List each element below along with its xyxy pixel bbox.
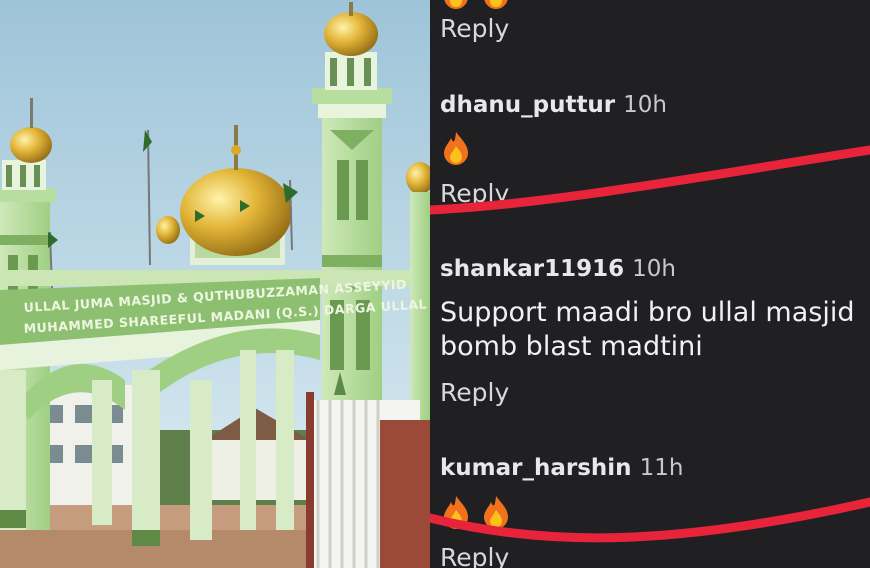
comment-username[interactable]: shankar11916 (440, 256, 624, 282)
comment-username[interactable]: kumar_harshin (440, 455, 632, 481)
comment-text: Support maadi bro ullal masjid bomb blas… (440, 296, 870, 364)
comment-header: shankar11916 10h (440, 256, 676, 282)
comment-header: dhanu_puttur 10h (440, 92, 667, 118)
comment-text-line-1: Support maadi bro ullal masjid (440, 297, 855, 328)
fire-emoji-icon (444, 496, 468, 529)
fire-emoji-icon (484, 0, 508, 9)
comment-username[interactable]: dhanu_puttur (440, 92, 615, 118)
emoji-row-cutoff (440, 0, 512, 10)
fire-emoji-icon (484, 496, 508, 529)
fire-emoji-icon (444, 0, 468, 9)
fire-emoji-icon (444, 132, 468, 165)
comment-emoji-row (440, 494, 512, 530)
comment-header: kumar_harshin 11h (440, 455, 683, 481)
mosque-photo: ULLAL JUMA MASJID & QUTHUBUZZAMAN ASSEYY… (0, 0, 430, 568)
comment-timestamp: 11h (639, 455, 684, 481)
comment-timestamp: 10h (623, 92, 667, 118)
reply-button[interactable]: Reply (440, 543, 509, 568)
gate-railing (306, 392, 430, 568)
red-highlight-strokes (430, 145, 870, 543)
mosque-illustration: ULLAL JUMA MASJID & QUTHUBUZZAMAN ASSEYY… (0, 0, 430, 568)
comment-timestamp: 10h (632, 256, 676, 282)
comment-emoji-row (440, 130, 472, 166)
comment-text-line-2: bomb blast madtini (440, 331, 703, 362)
reply-button[interactable]: Reply (440, 378, 509, 407)
comment-thread: Reply dhanu_puttur 10h Reply shankar11916… (430, 0, 870, 568)
reply-button[interactable]: Reply (440, 14, 509, 43)
reply-button[interactable]: Reply (440, 179, 509, 208)
